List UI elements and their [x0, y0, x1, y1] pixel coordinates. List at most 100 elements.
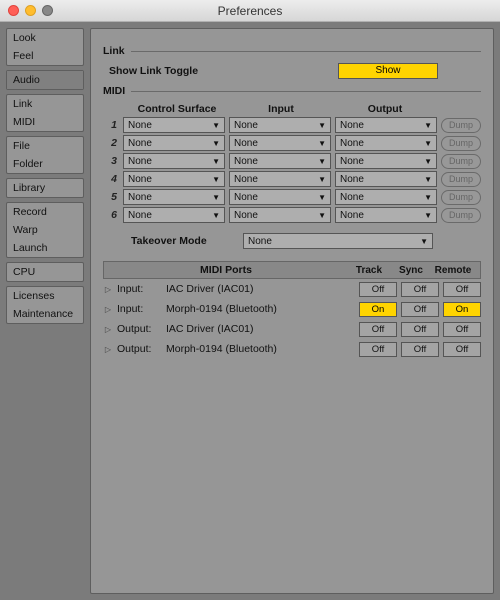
control-surface-select[interactable]: None▼: [123, 207, 225, 223]
control-surface-select[interactable]: None▼: [123, 135, 225, 151]
sidebar-item-midi[interactable]: MIDI: [7, 113, 83, 131]
divider: [131, 91, 481, 92]
control-surface-row: 3None▼None▼None▼Dump: [103, 153, 481, 169]
input-select[interactable]: None▼: [229, 135, 331, 151]
sidebar-item-licenses[interactable]: Licenses: [7, 287, 83, 305]
chevron-down-icon: ▼: [212, 139, 220, 148]
sidebar-item-cpu[interactable]: CPU: [7, 263, 83, 281]
remote-toggle[interactable]: On: [443, 302, 481, 317]
chevron-down-icon: ▼: [318, 211, 326, 220]
sidebar-item-warp[interactable]: Warp: [7, 221, 83, 239]
chevron-down-icon: ▼: [424, 175, 432, 184]
remote-toggle[interactable]: Off: [443, 342, 481, 357]
chevron-down-icon: ▼: [424, 139, 432, 148]
output-select[interactable]: None▼: [335, 117, 437, 133]
dump-button: Dump: [441, 154, 481, 169]
port-name: Morph-0194 (Bluetooth): [166, 343, 355, 355]
control-surface-select[interactable]: None▼: [123, 117, 225, 133]
sidebar-item-link[interactable]: Link: [7, 95, 83, 113]
sidebar-item-audio[interactable]: Audio: [7, 71, 83, 89]
sidebar-item-feel[interactable]: Feel: [7, 47, 83, 65]
chevron-down-icon: ▼: [212, 193, 220, 202]
disclosure-triangle-icon[interactable]: ▷: [103, 305, 113, 314]
sync-toggle[interactable]: Off: [401, 342, 439, 357]
track-toggle[interactable]: On: [359, 302, 397, 317]
sidebar-item-launch[interactable]: Launch: [7, 239, 83, 257]
sync-toggle[interactable]: Off: [401, 302, 439, 317]
control-surface-header: Control Surface Input Output: [103, 103, 481, 115]
chevron-down-icon: ▼: [212, 175, 220, 184]
output-select[interactable]: None▼: [335, 135, 437, 151]
chevron-down-icon: ▼: [212, 157, 220, 166]
track-toggle[interactable]: Off: [359, 322, 397, 337]
midi-ports-title: MIDI Ports: [104, 264, 348, 276]
disclosure-triangle-icon[interactable]: ▷: [103, 285, 113, 294]
col-remote: Remote: [432, 265, 474, 276]
col-input: Input: [229, 103, 333, 115]
control-surface-row: 4None▼None▼None▼Dump: [103, 171, 481, 187]
sidebar-group: FileFolder: [6, 136, 84, 174]
sidebar-item-folder[interactable]: Folder: [7, 155, 83, 173]
sidebar-group: CPU: [6, 262, 84, 282]
input-select[interactable]: None▼: [229, 153, 331, 169]
show-link-toggle-label: Show Link Toggle: [103, 65, 233, 77]
sidebar-item-file[interactable]: File: [7, 137, 83, 155]
control-surface-row: 6None▼None▼None▼Dump: [103, 207, 481, 223]
output-select[interactable]: None▼: [335, 171, 437, 187]
input-select[interactable]: None▼: [229, 189, 331, 205]
section-title: MIDI: [103, 85, 125, 97]
port-direction: Input:: [117, 303, 162, 315]
sidebar-group: Library: [6, 178, 84, 198]
takeover-mode-label: Takeover Mode: [103, 235, 243, 247]
col-sync: Sync: [390, 265, 432, 276]
slot-number: 3: [103, 155, 119, 167]
slot-number: 4: [103, 173, 119, 185]
remote-toggle[interactable]: Off: [443, 322, 481, 337]
chevron-down-icon: ▼: [424, 157, 432, 166]
titlebar: Preferences: [0, 0, 500, 22]
input-select[interactable]: None▼: [229, 207, 331, 223]
remote-toggle[interactable]: Off: [443, 282, 481, 297]
midi-port-row: ▷Input:Morph-0194 (Bluetooth)OnOffOn: [103, 299, 481, 319]
control-surface-select[interactable]: None▼: [123, 153, 225, 169]
col-control-surface: Control Surface: [125, 103, 229, 115]
control-surface-select[interactable]: None▼: [123, 171, 225, 187]
preferences-sidebar: LookFeel Audio LinkMIDI FileFolder Library Re…: [0, 22, 88, 600]
sidebar-group: RecordWarpLaunch: [6, 202, 84, 258]
divider: [131, 51, 481, 52]
slot-number: 1: [103, 119, 119, 131]
chevron-down-icon: ▼: [318, 157, 326, 166]
dump-button: Dump: [441, 118, 481, 133]
disclosure-triangle-icon[interactable]: ▷: [103, 345, 113, 354]
sidebar-item-library[interactable]: Library: [7, 179, 83, 197]
chevron-down-icon: ▼: [212, 211, 220, 220]
preferences-panel: Link Show Link Toggle Show MIDI Control …: [90, 28, 494, 594]
sync-toggle[interactable]: Off: [401, 322, 439, 337]
takeover-mode-select[interactable]: None ▼: [243, 233, 433, 249]
track-toggle[interactable]: Off: [359, 282, 397, 297]
chevron-down-icon: ▼: [420, 237, 428, 246]
show-link-toggle-button[interactable]: Show: [338, 63, 438, 79]
control-surface-select[interactable]: None▼: [123, 189, 225, 205]
input-select[interactable]: None▼: [229, 171, 331, 187]
chevron-down-icon: ▼: [424, 121, 432, 130]
chevron-down-icon: ▼: [318, 139, 326, 148]
chevron-down-icon: ▼: [424, 193, 432, 202]
slot-number: 2: [103, 137, 119, 149]
output-select[interactable]: None▼: [335, 207, 437, 223]
midi-port-row: ▷Output:IAC Driver (IAC01)OffOffOff: [103, 319, 481, 339]
dump-button: Dump: [441, 190, 481, 205]
track-toggle[interactable]: Off: [359, 342, 397, 357]
sync-toggle[interactable]: Off: [401, 282, 439, 297]
section-title: Link: [103, 45, 125, 57]
midi-port-row: ▷Input:IAC Driver (IAC01)OffOffOff: [103, 279, 481, 299]
disclosure-triangle-icon[interactable]: ▷: [103, 325, 113, 334]
output-select[interactable]: None▼: [335, 153, 437, 169]
sidebar-item-record[interactable]: Record: [7, 203, 83, 221]
sidebar-item-look[interactable]: Look: [7, 29, 83, 47]
sidebar-group: LinkMIDI: [6, 94, 84, 132]
output-select[interactable]: None▼: [335, 189, 437, 205]
sidebar-item-maintenance[interactable]: Maintenance: [7, 305, 83, 323]
input-select[interactable]: None▼: [229, 117, 331, 133]
control-surface-row: 1None▼None▼None▼Dump: [103, 117, 481, 133]
